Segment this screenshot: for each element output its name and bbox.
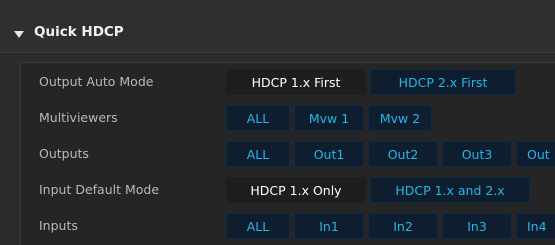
out4-button[interactable]: Out [516,141,555,167]
input-default-mode-label: Input Default Mode [39,182,160,197]
row-output-auto-mode: Output Auto Mode HDCP 1.x First HDCP 2.x… [21,65,555,101]
row-inputs: Inputs ALL In1 In2 In3 In4 [21,209,555,245]
hdcp-2x-first-button[interactable]: HDCP 2.x First [370,69,516,95]
out1-button[interactable]: Out1 [294,141,364,167]
outputs-all-button[interactable]: ALL [226,141,290,167]
row-input-default-mode: Input Default Mode HDCP 1.x Only HDCP 1.… [21,173,555,209]
row-outputs: Outputs ALL Out1 Out2 Out3 Out [21,137,555,173]
multiviewers-label: Multiviewers [39,110,118,125]
in3-button[interactable]: In3 [442,213,512,239]
panel-content: Output Auto Mode HDCP 1.x First HDCP 2.x… [20,62,555,245]
in1-button[interactable]: In1 [294,213,364,239]
hdcp-1x-first-button[interactable]: HDCP 1.x First [226,69,366,95]
out3-button[interactable]: Out3 [442,141,512,167]
multiviewers-all-button[interactable]: ALL [226,105,290,131]
in2-button[interactable]: In2 [368,213,438,239]
row-multiviewers: Multiviewers ALL Mvw 1 Mvw 2 [21,101,555,137]
mvw1-button[interactable]: Mvw 1 [294,105,364,131]
inputs-all-button[interactable]: ALL [226,213,290,239]
panel-header[interactable]: Quick HDCP [0,0,555,53]
inputs-label: Inputs [39,218,78,233]
in4-button[interactable]: In4 [516,213,555,239]
mvw2-button[interactable]: Mvw 2 [368,105,432,131]
out2-button[interactable]: Out2 [368,141,438,167]
hdcp-1x-only-button[interactable]: HDCP 1.x Only [226,177,366,203]
hdcp-1x-and-2x-button[interactable]: HDCP 1.x and 2.x [370,177,530,203]
triangle-down-icon[interactable] [14,31,24,38]
panel-title: Quick HDCP [34,24,124,40]
quick-hdcp-panel: Quick HDCP Output Auto Mode HDCP 1.x Fir… [0,0,555,245]
output-auto-mode-label: Output Auto Mode [39,74,154,89]
outputs-label: Outputs [39,146,89,161]
